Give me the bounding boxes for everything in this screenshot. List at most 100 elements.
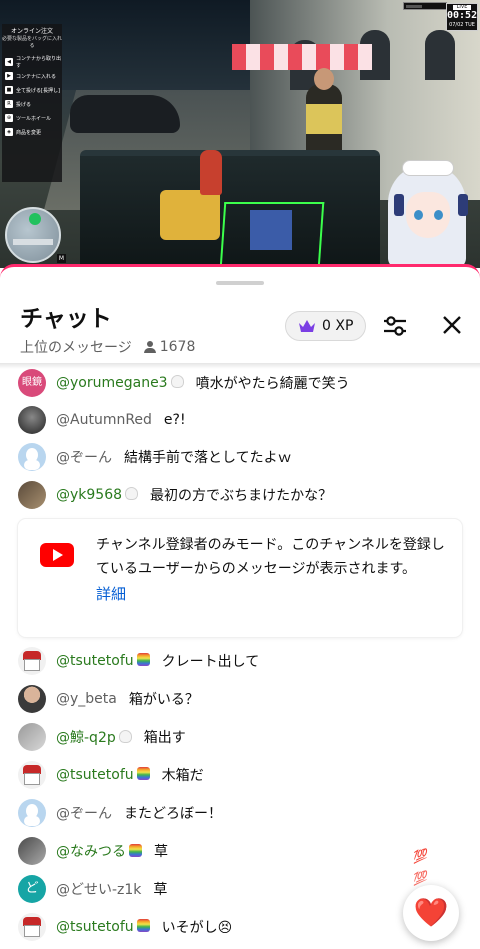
avatar-text: 眼鏡	[22, 377, 42, 388]
drag-handle[interactable]	[216, 281, 264, 285]
minimap	[5, 207, 61, 263]
menu-row-label: コンテナに入れる	[16, 73, 57, 80]
menu-row: ▶ コンテナに入れる	[2, 70, 62, 82]
menu-row: ◀ コンテナから取り出す	[2, 56, 62, 69]
video-bottle	[200, 150, 222, 195]
key-icon: ◈	[5, 128, 13, 136]
video-box	[160, 190, 220, 240]
member-badge-icon	[136, 767, 150, 780]
game-order-menu: オンライン注文 必要な製品をバッグに入れる ◀ コンテナから取り出す ▶ コンテナに…	[2, 24, 62, 182]
message-author[interactable]: @tsutetofu	[56, 767, 150, 783]
avatar-text: ど	[25, 881, 39, 896]
key-icon: ⊕	[5, 114, 13, 122]
video-crate-highlight	[219, 202, 325, 268]
close-icon[interactable]	[440, 313, 464, 337]
author-name: @tsutetofu	[56, 767, 134, 783]
menu-row-label: 投げる	[16, 101, 32, 108]
message-text: クレート出して	[161, 654, 260, 670]
video-awning	[232, 44, 372, 70]
subscribers-only-notice: チャンネル登録者のみモード。このチャンネルを登録しているユーザーからのメッセージ…	[18, 519, 462, 637]
heart-icon: ❤️	[413, 896, 449, 929]
message-author[interactable]: @yk9568	[56, 487, 139, 503]
chat-mode-selector[interactable]: 上位のメッセージ 1678	[20, 337, 195, 357]
chat-title: チャット	[20, 306, 112, 332]
message-author[interactable]: @ぞーん	[56, 447, 112, 467]
viewer-count: 1678	[143, 339, 195, 355]
chat-message[interactable]: @なみつる 草	[18, 835, 468, 867]
message-author[interactable]: @なみつる	[56, 841, 142, 861]
key-icon: R	[5, 100, 13, 108]
message-author[interactable]: @tsutetofu	[56, 919, 150, 935]
menu-row: ■ 全て投げる[長押し]	[2, 84, 62, 96]
avatar	[18, 647, 46, 675]
person-icon	[143, 341, 156, 353]
vtuber-avatar	[372, 158, 480, 268]
message-text: 最初の方でぶちまけたかな？	[150, 488, 333, 504]
chat-message[interactable]: @yk9568 最初の方でぶちまけたかな？	[18, 479, 468, 511]
stream-clock: LIVE 00:52 07/02 TUE	[446, 3, 478, 31]
message-text: 草	[153, 882, 168, 898]
video-player[interactable]: オンライン注文 必要な製品をバッグに入れる ◀ コンテナから取り出す ▶ コンテナに…	[0, 0, 480, 268]
chat-message[interactable]: 眼鏡 @yorumegane3 噴水がやたら綺麗で笑う	[18, 367, 468, 399]
details-link[interactable]: 詳細	[96, 583, 126, 604]
clock-time: 00:52	[447, 10, 478, 21]
member-badge-icon	[129, 844, 142, 857]
message-author[interactable]: @ぞーん	[56, 803, 112, 823]
author-name: @yk9568	[56, 487, 123, 503]
key-icon: ▶	[5, 72, 13, 80]
message-author[interactable]: @yorumegane3	[56, 375, 184, 391]
avatar	[18, 913, 46, 941]
message-text: 噴水がやたら綺麗で笑う	[195, 376, 350, 392]
message-author[interactable]: @y_beta	[56, 691, 117, 707]
member-badge-icon	[136, 653, 150, 666]
chat-message[interactable]: @AutumnRed e?!	[18, 404, 468, 436]
message-author[interactable]: @鯨-q2p	[56, 727, 132, 747]
message-text: 箱がいる？	[128, 692, 199, 708]
hud-status-bar	[403, 2, 447, 10]
chat-panel: チャット 上位のメッセージ 1678 0 XP 眼鏡 @yorumegane3 …	[0, 264, 480, 949]
chat-message[interactable]: @y_beta 箱がいる？	[18, 683, 468, 715]
message-text: いそがし😣	[161, 920, 233, 936]
menu-row: ⊕ ツールホイール	[2, 112, 62, 124]
chat-message[interactable]: @tsutetofu いそがし😣	[18, 911, 468, 943]
avatar: 眼鏡	[18, 369, 46, 397]
video-car	[70, 95, 180, 133]
reaction-heart-button[interactable]: ❤️	[403, 885, 459, 941]
minimap-road	[13, 239, 53, 245]
chat-message[interactable]: @tsutetofu 木箱だ	[18, 759, 468, 791]
filter-settings-icon[interactable]	[382, 313, 408, 339]
menu-row: ◈ 商品を変更	[2, 126, 62, 138]
member-badge-icon	[118, 730, 132, 743]
author-name: @鯨-q2p	[56, 730, 116, 746]
message-text: またどろぼー！	[124, 806, 222, 822]
menu-hint: 必要な製品をバッグに入れる	[2, 36, 63, 49]
message-author[interactable]: @AutumnRed	[56, 412, 152, 428]
minimap-key: M	[57, 254, 66, 263]
avatar	[18, 443, 46, 471]
message-text: 箱出す	[143, 730, 186, 746]
xp-label: 0 XP	[322, 318, 354, 334]
author-name: @yorumegane3	[56, 375, 168, 391]
member-badge-icon	[136, 919, 150, 932]
clock-date: 07/02 TUE	[449, 22, 475, 28]
map-pin-icon	[29, 213, 41, 225]
avatar	[18, 723, 46, 751]
chat-message[interactable]: @ぞーん 結構手前で落としてたよｗ	[18, 441, 468, 473]
video-window	[425, 30, 455, 80]
author-name: @tsutetofu	[56, 919, 134, 935]
message-author[interactable]: @どせい-z1k	[56, 879, 141, 899]
notice-text: チャンネル登録者のみモード。このチャンネルを登録しているユーザーからのメッセージ…	[96, 537, 445, 577]
menu-row-label: 商品を変更	[16, 129, 42, 136]
chat-message[interactable]: @鯨-q2p 箱出す	[18, 721, 468, 753]
member-badge-icon	[125, 487, 139, 500]
crown-icon	[299, 320, 315, 332]
message-text: 結構手前で落としてたよｗ	[124, 450, 292, 466]
message-author[interactable]: @tsutetofu	[56, 653, 150, 669]
chat-message[interactable]: @ぞーん またどろぼー！	[18, 797, 468, 829]
avatar	[18, 837, 46, 865]
menu-row-label: コンテナから取り出す	[16, 56, 62, 69]
message-text: 木箱だ	[161, 768, 204, 784]
xp-button[interactable]: 0 XP	[285, 311, 367, 341]
chat-message[interactable]: ど @どせい-z1k 草	[18, 873, 468, 905]
chat-message[interactable]: @tsutetofu クレート出して	[18, 645, 468, 677]
